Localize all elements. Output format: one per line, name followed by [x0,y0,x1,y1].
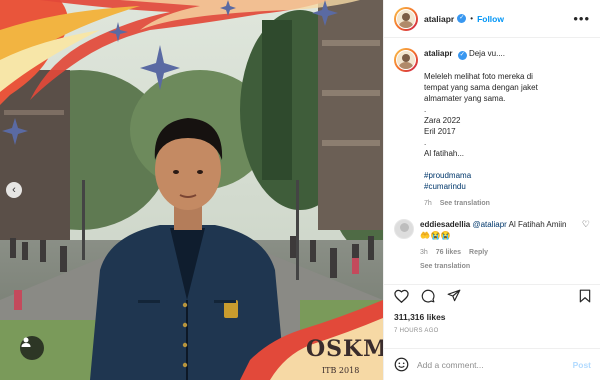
comment-icon [421,289,435,302]
tagged-users-button[interactable] [20,336,44,360]
action-bar [384,284,600,306]
caption-line: . [424,105,427,114]
like-button[interactable] [394,289,409,303]
hashtag-link[interactable]: #cumarindu [424,181,590,192]
caption-line [424,60,590,71]
caption-line: almamater yang sama. [424,94,506,103]
author-username[interactable]: ataliapr [424,14,454,24]
caption-line-1: ataliapr ✓ Deja vu.... [424,48,590,60]
comment-emoji: 🤲😭😭 [420,231,452,240]
more-options-icon[interactable]: ••• [573,12,590,25]
hashtag-link[interactable]: #proudmama [424,170,590,181]
user-icon [21,337,31,347]
comments-section: ataliapr ✓ Deja vu.... Meleleh melihat f… [384,38,600,278]
caption-line: tempat yang sama dengan jaket [424,83,538,92]
comment-likes[interactable]: 76 likes [436,249,461,256]
caption-meta: 7h See translation [424,198,590,209]
caption-line: Al fatihah... [424,149,465,158]
post-photo[interactable]: ‹ OSKM ITB 2018 [0,0,383,380]
send-icon [447,289,461,301]
follow-button[interactable]: Follow [477,14,504,24]
comment-body: eddiesadellia @ataliapr Al Fatihah Amiin… [420,219,590,230]
caption-line: Eril 2017 [424,127,456,136]
caption-username[interactable]: ataliapr [424,49,452,58]
avatar[interactable] [394,6,418,31]
verified-badge-icon: ✓ [457,51,467,60]
likes-count[interactable]: 311,316 likes [394,312,446,322]
see-translation-link[interactable]: See translation [420,263,470,270]
previous-photo-button[interactable]: ‹ [6,182,22,198]
comment-composer: Post [384,348,600,380]
post-header: ataliapr ✓ • Follow ••• [384,0,600,38]
post-timestamp: 7 HOURS AGO [394,328,439,334]
comment-item: eddiesadellia @ataliapr Al Fatihah Amiin… [394,219,590,272]
caption-time: 7h [424,200,432,207]
save-button[interactable] [579,289,591,303]
caption-line [424,159,590,170]
commenter-username[interactable]: eddiesadellia [420,220,470,229]
photo-scene [0,0,383,380]
dot-separator: • [470,14,474,23]
caption: ataliapr ✓ Deja vu.... Meleleh melihat f… [394,48,590,209]
bookmark-icon [579,289,591,302]
caption-line: Meleleh melihat foto mereka di [424,72,533,81]
caption-text: Deja vu.... [468,49,505,58]
post-detail-panel: ataliapr ✓ • Follow ••• ataliapr ✓ Deja … [383,0,600,380]
post-comment-button[interactable]: Post [573,360,591,370]
see-translation-link[interactable]: See translation [440,200,490,207]
emoji-picker-button[interactable] [394,357,409,372]
mention-link[interactable]: @ataliapr [472,220,506,229]
caption-line: Zara 2022 [424,116,461,125]
comment-button[interactable] [421,289,435,303]
comment-meta: 3h 76 likes Reply [420,247,590,258]
comment-time: 3h [420,249,428,256]
share-button[interactable] [447,289,461,303]
comment-translation: See translation [420,261,590,272]
caption-avatar[interactable] [394,48,418,72]
commenter-avatar[interactable] [394,219,414,239]
heart-icon [394,289,409,303]
photo-overlay-subtitle: ITB 2018 [322,366,360,375]
comment-input[interactable] [417,359,573,370]
reply-button[interactable]: Reply [469,249,488,256]
smiley-icon [394,357,409,372]
comment-text: Al Fatihah Amiin [508,220,567,229]
photo-overlay-title: OSKM [306,336,383,362]
like-comment-heart-icon[interactable]: ♡ [582,219,590,230]
chevron-left-icon: ‹ [12,183,16,196]
caption-line: . [424,138,427,147]
verified-badge-icon: ✓ [457,14,467,23]
